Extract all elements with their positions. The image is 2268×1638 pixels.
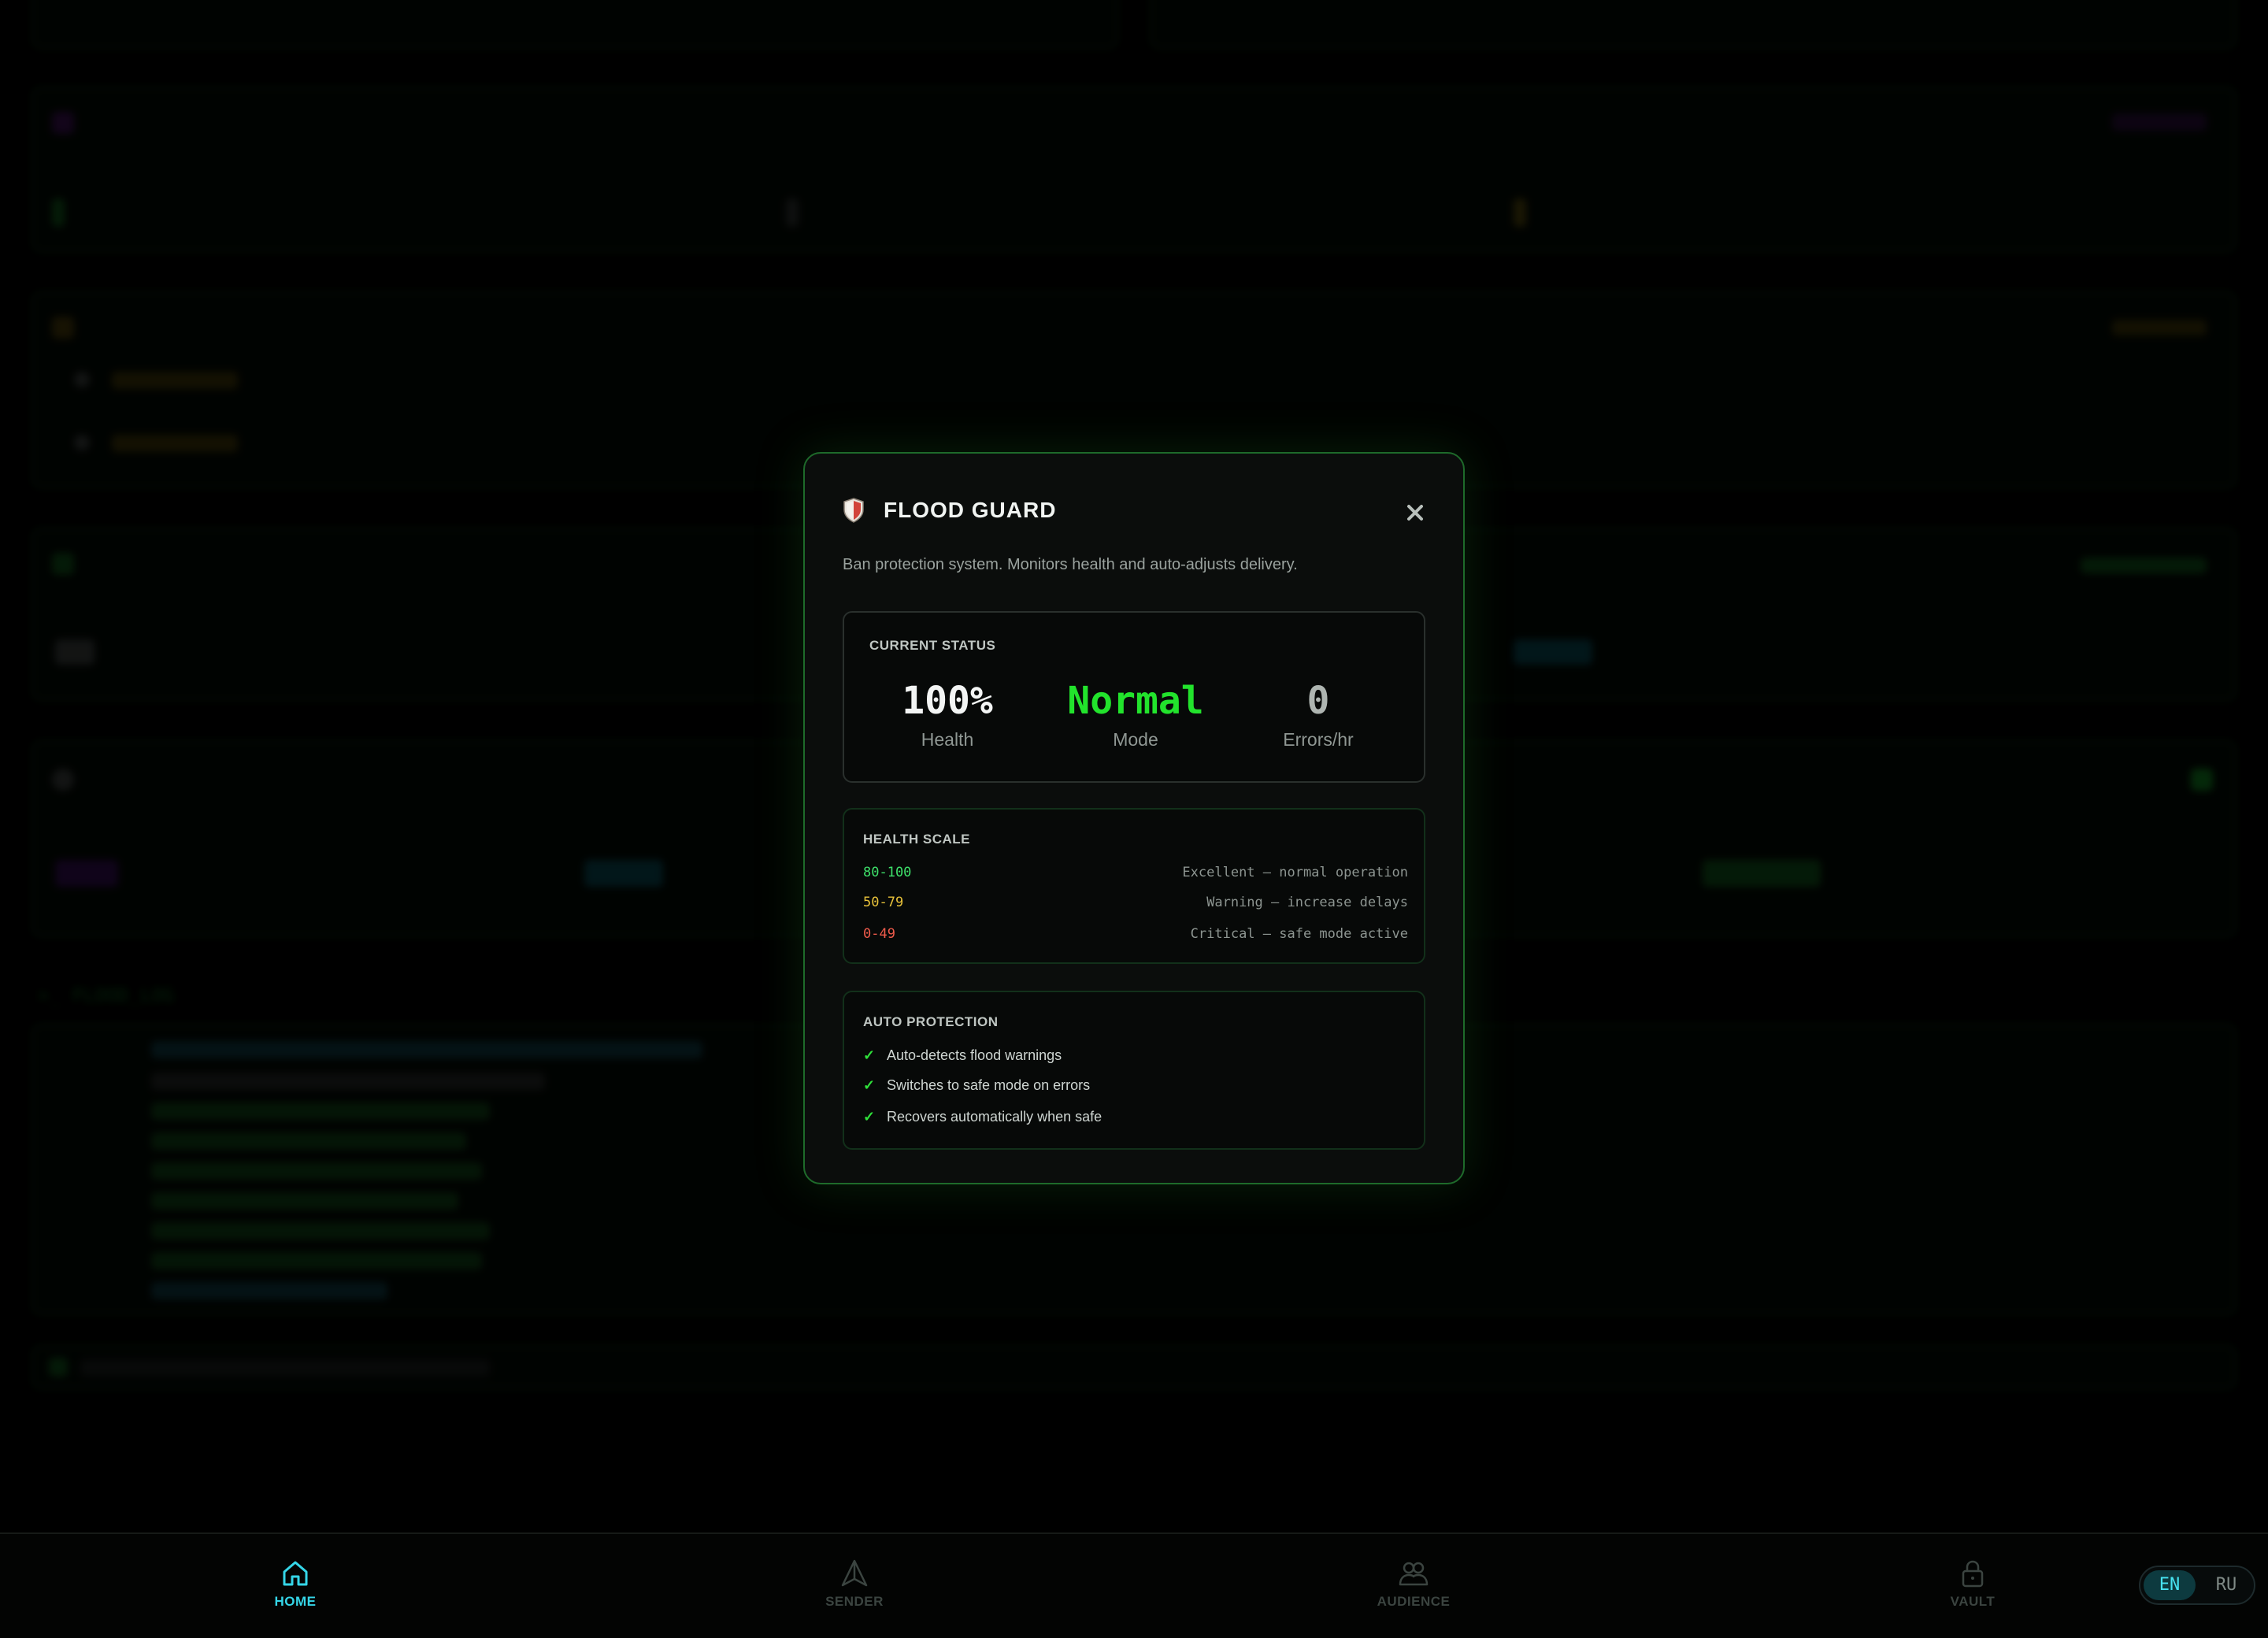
errors-metric: 0 Errors/hr <box>1228 679 1409 750</box>
nav-item-sender[interactable]: SENDER <box>776 1558 933 1610</box>
nav-label: HOME <box>274 1594 317 1609</box>
health-scale-card: HEALTH SCALE 80-100 Excellent — normal o… <box>843 808 1425 964</box>
modal-title: FLOOD GUARD <box>884 498 1057 522</box>
lang-en-button[interactable]: EN <box>2144 1570 2196 1600</box>
scale-range: 50-79 <box>863 895 904 910</box>
scale-range: 0-49 <box>863 926 895 942</box>
scale-description: Excellent — normal operation <box>1182 865 1408 880</box>
errors-value: 0 <box>1306 679 1330 723</box>
nav-item-home[interactable]: HOME <box>217 1558 374 1610</box>
protection-item-label: Auto-detects flood warnings <box>887 1047 1062 1063</box>
mode-label: Mode <box>1113 729 1158 750</box>
users-icon <box>1399 1562 1429 1586</box>
scale-description: Critical — safe mode active <box>1190 926 1408 942</box>
current-status-card: CURRENT STATUS 100% Health Normal Mode 0… <box>843 611 1425 783</box>
current-status-title: CURRENT STATUS <box>869 638 996 653</box>
home-icon <box>283 1561 308 1586</box>
shield-icon <box>843 498 864 523</box>
protection-item-label: Recovers automatically when safe <box>887 1109 1102 1125</box>
modal-description: Ban protection system. Monitors health a… <box>843 556 1298 573</box>
nav-label: SENDER <box>825 1594 884 1609</box>
language-toggle: EN RU <box>2139 1566 2255 1605</box>
flood-guard-modal: FLOOD GUARD Ban protection system. Monit… <box>803 452 1465 1184</box>
nav-item-audience[interactable]: AUDIENCE <box>1335 1558 1492 1610</box>
nav-label: AUDIENCE <box>1377 1594 1451 1609</box>
health-label: Health <box>921 729 974 750</box>
send-icon <box>841 1559 868 1587</box>
modal-header: FLOOD GUARD <box>843 498 1056 523</box>
lang-ru-button[interactable]: RU <box>2200 1570 2252 1600</box>
bottom-navigation: HOME SENDER AUDIENCE VAULT EN RU <box>0 1532 2268 1638</box>
nav-item-vault[interactable]: VAULT <box>1894 1558 2051 1610</box>
check-icon: ✓ <box>863 1109 876 1125</box>
protection-item: ✓ Recovers automatically when safe <box>863 1109 1102 1125</box>
check-icon: ✓ <box>863 1077 876 1093</box>
scale-range: 80-100 <box>863 865 912 880</box>
lock-icon <box>1962 1560 1984 1588</box>
scale-description: Warning — increase delays <box>1206 895 1408 910</box>
close-button[interactable] <box>1402 499 1429 526</box>
health-scale-title: HEALTH SCALE <box>863 832 971 847</box>
errors-label: Errors/hr <box>1283 729 1354 750</box>
auto-protection-card: AUTO PROTECTION ✓ Auto-detects flood warn… <box>843 991 1425 1150</box>
nav-label: VAULT <box>1950 1594 1996 1609</box>
check-icon: ✓ <box>863 1047 876 1063</box>
auto-protection-title: AUTO PROTECTION <box>863 1014 999 1029</box>
protection-item: ✓ Auto-detects flood warnings <box>863 1047 1062 1064</box>
protection-item: ✓ Switches to safe mode on errors <box>863 1077 1090 1094</box>
health-metric: 100% Health <box>857 679 1038 750</box>
health-value: 100% <box>902 679 993 723</box>
mode-value: Normal <box>1067 679 1204 723</box>
mode-metric: Normal Mode <box>1045 679 1226 750</box>
protection-item-label: Switches to safe mode on errors <box>887 1077 1091 1093</box>
